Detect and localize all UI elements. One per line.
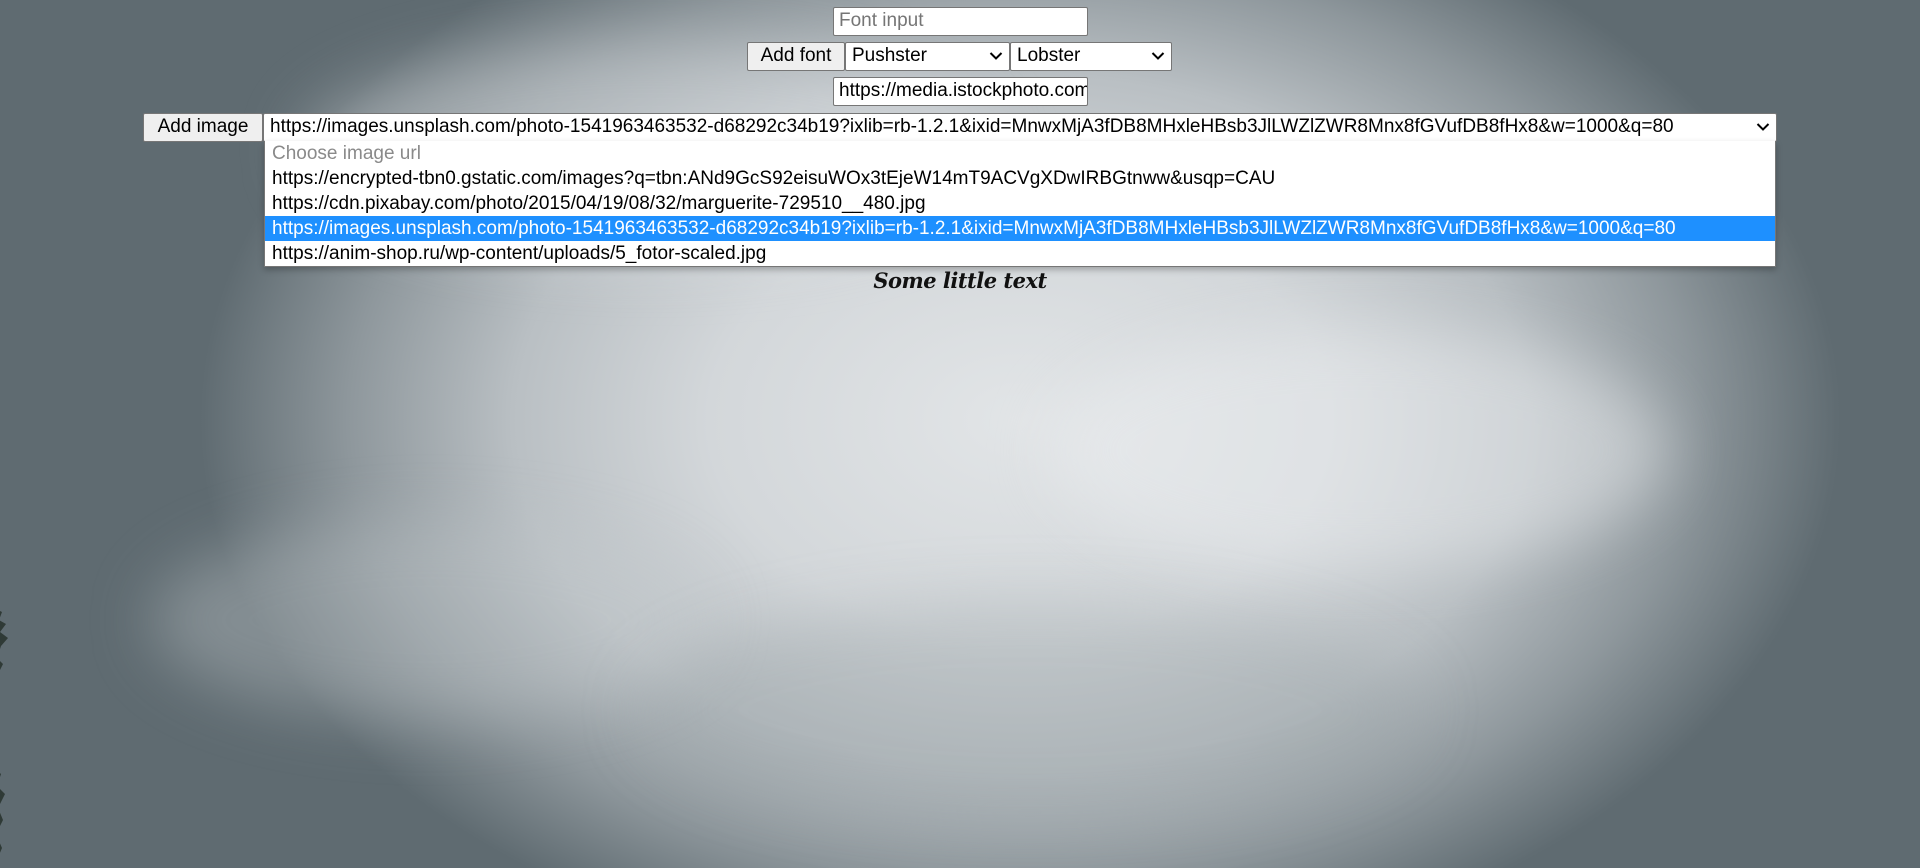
background-cloud: [1050, 330, 1670, 570]
dropdown-option[interactable]: https://cdn.pixabay.com/photo/2015/04/19…: [265, 191, 1775, 216]
caption-text: Some little text: [873, 268, 1047, 293]
font-select-primary[interactable]: Pushster: [845, 42, 1010, 71]
dropdown-option[interactable]: https://encrypted-tbn0.gstatic.com/image…: [265, 166, 1775, 191]
font-input[interactable]: Font input: [833, 7, 1088, 36]
image-url-input-value: https://media.istockphoto.com: [839, 80, 1088, 101]
tree-silhouette: [0, 611, 8, 853]
dropdown-option-selected[interactable]: https://images.unsplash.com/photo-154196…: [265, 216, 1775, 241]
image-url-select[interactable]: https://images.unsplash.com/photo-154196…: [263, 113, 1777, 142]
font-select-secondary[interactable]: Lobster: [1010, 42, 1172, 71]
dropdown-option[interactable]: https://anim-shop.ru/wp-content/uploads/…: [265, 241, 1775, 266]
dropdown-option-placeholder: Choose image url: [272, 143, 421, 164]
font-select-secondary-value: Lobster: [1017, 45, 1081, 66]
font-select-primary-value: Pushster: [852, 45, 927, 66]
add-font-button[interactable]: Add font: [747, 42, 845, 71]
image-url-select-value: https://images.unsplash.com/photo-154196…: [270, 116, 1674, 137]
chevron-down-icon: [1756, 123, 1770, 131]
canvas-page: Font input Add font Pushster Lobster htt…: [0, 0, 1920, 868]
image-url-input[interactable]: https://media.istockphoto.com: [833, 77, 1088, 106]
chevron-down-icon: [989, 52, 1003, 60]
add-image-button[interactable]: Add image: [143, 113, 263, 142]
font-input-placeholder: Font input: [839, 10, 924, 31]
image-url-dropdown-list: Choose image url https://encrypted-tbn0.…: [264, 141, 1776, 267]
chevron-down-icon: [1151, 52, 1165, 60]
background-cloud: [150, 520, 710, 720]
background-cloud: [640, 600, 1420, 820]
